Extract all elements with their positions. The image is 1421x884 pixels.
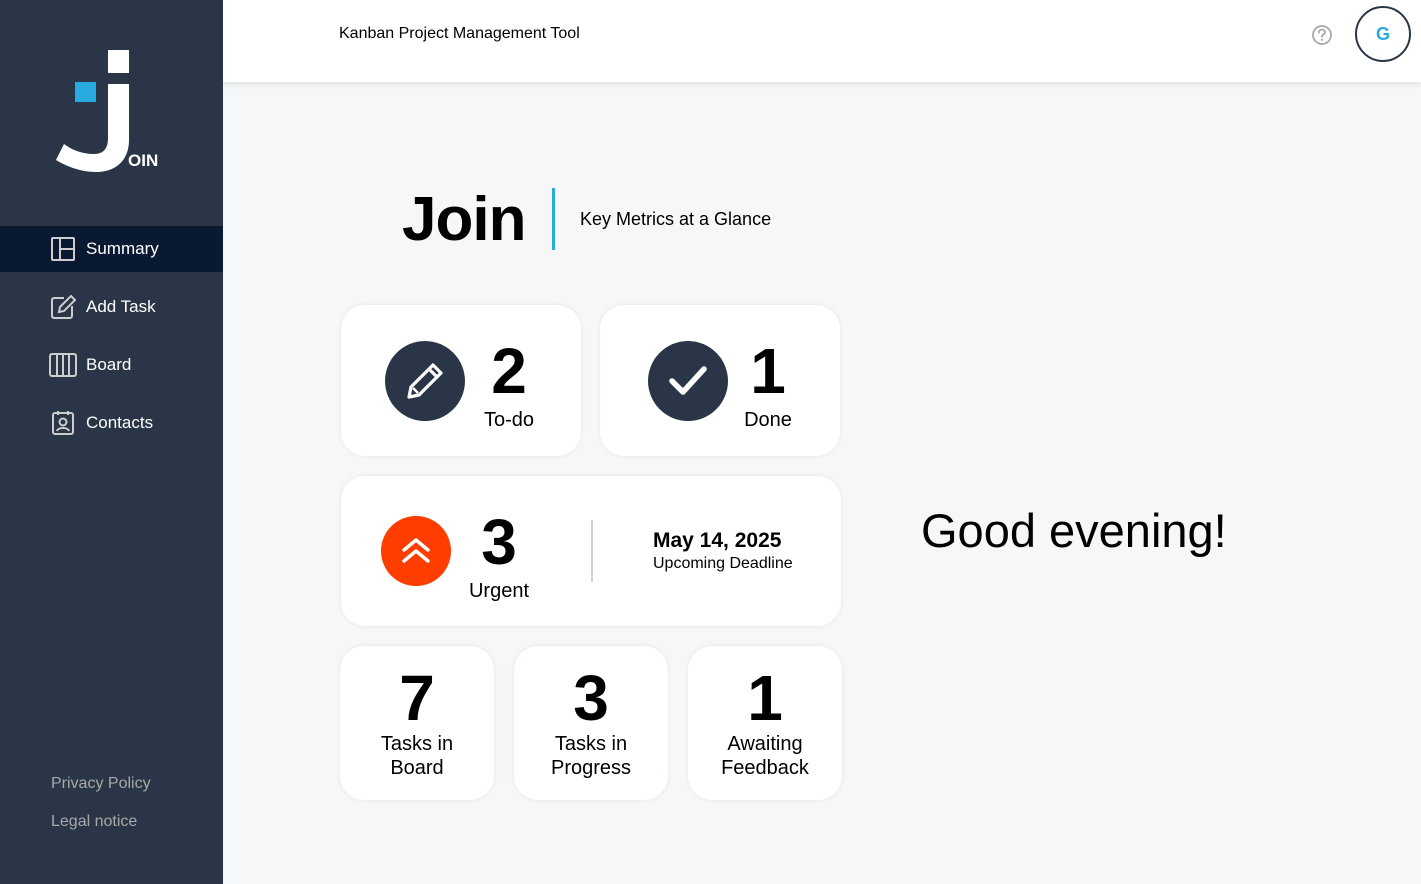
greeting-text: Good evening! <box>921 504 1227 557</box>
sidebar: OIN Summary Add Task Board Contacts Priv… <box>0 0 223 884</box>
tasks-in-board-count: 7 <box>399 662 435 734</box>
awaiting-feedback-count: 1 <box>747 662 783 734</box>
legal-notice-link[interactable]: Legal notice <box>51 813 137 831</box>
label-line: Awaiting <box>727 733 803 755</box>
contacts-icon <box>49 409 77 437</box>
awaiting-feedback-card[interactable]: 1 Awaiting Feedback <box>688 646 842 800</box>
tasks-in-progress-card[interactable]: 3 Tasks in Progress <box>514 646 668 800</box>
label-line: Tasks in <box>554 733 628 755</box>
label-line: Board <box>390 757 444 779</box>
done-label: Done <box>744 409 792 431</box>
urgent-count: 3 <box>481 506 517 578</box>
logo-text: OIN <box>128 151 159 170</box>
sidebar-item-label: Add Task <box>86 297 156 316</box>
sidebar-item-contacts[interactable]: Contacts <box>0 400 223 446</box>
sidebar-item-summary[interactable]: Summary <box>0 226 223 272</box>
pencil-icon <box>385 341 465 421</box>
double-chevron-up-icon <box>381 516 451 586</box>
join-logo[interactable]: OIN <box>54 48 164 178</box>
tasks-in-progress-count: 3 <box>573 662 609 734</box>
summary-icon <box>49 235 77 263</box>
label-line: Feedback <box>721 757 809 779</box>
tasks-in-board-label: Tasks in Board <box>340 732 494 780</box>
sidebar-item-label: Board <box>86 355 132 374</box>
urgent-card[interactable]: 3 Urgent May 14, 2025 Upcoming Deadline <box>341 476 841 626</box>
done-count: 1 <box>750 335 786 407</box>
awaiting-feedback-label: Awaiting Feedback <box>688 732 842 780</box>
sidebar-item-label: Contacts <box>86 413 154 432</box>
help-icon[interactable] <box>1311 24 1333 46</box>
urgent-label: Urgent <box>468 580 530 602</box>
deadline-label: Upcoming Deadline <box>653 555 793 572</box>
label-line: Progress <box>550 757 632 779</box>
sidebar-item-add-task[interactable]: Add Task <box>0 284 223 330</box>
sidebar-item-board[interactable]: Board <box>0 342 223 388</box>
todo-card[interactable]: 2 To-do <box>341 305 581 456</box>
title-divider <box>552 188 555 250</box>
board-icon <box>49 351 77 379</box>
header-title: Kanban Project Management Tool <box>339 25 580 42</box>
add-task-icon <box>49 293 77 321</box>
deadline-date: May 14, 2025 <box>653 529 782 552</box>
label-line: Tasks in <box>380 733 454 755</box>
privacy-policy-link[interactable]: Privacy Policy <box>51 775 151 793</box>
done-card[interactable]: 1 Done <box>600 305 840 456</box>
header: Kanban Project Management Tool G <box>223 0 1421 82</box>
tasks-in-board-card[interactable]: 7 Tasks in Board <box>340 646 494 800</box>
page-subtitle: Key Metrics at a Glance <box>580 209 772 229</box>
page-title: Join <box>402 185 526 254</box>
checkmark-icon <box>648 341 728 421</box>
tasks-in-progress-label: Tasks in Progress <box>514 732 668 780</box>
todo-count: 2 <box>491 335 527 407</box>
user-avatar[interactable]: G <box>1355 6 1411 62</box>
todo-label: To-do <box>483 409 535 431</box>
urgent-divider <box>591 520 593 582</box>
sidebar-item-label: Summary <box>86 239 159 258</box>
